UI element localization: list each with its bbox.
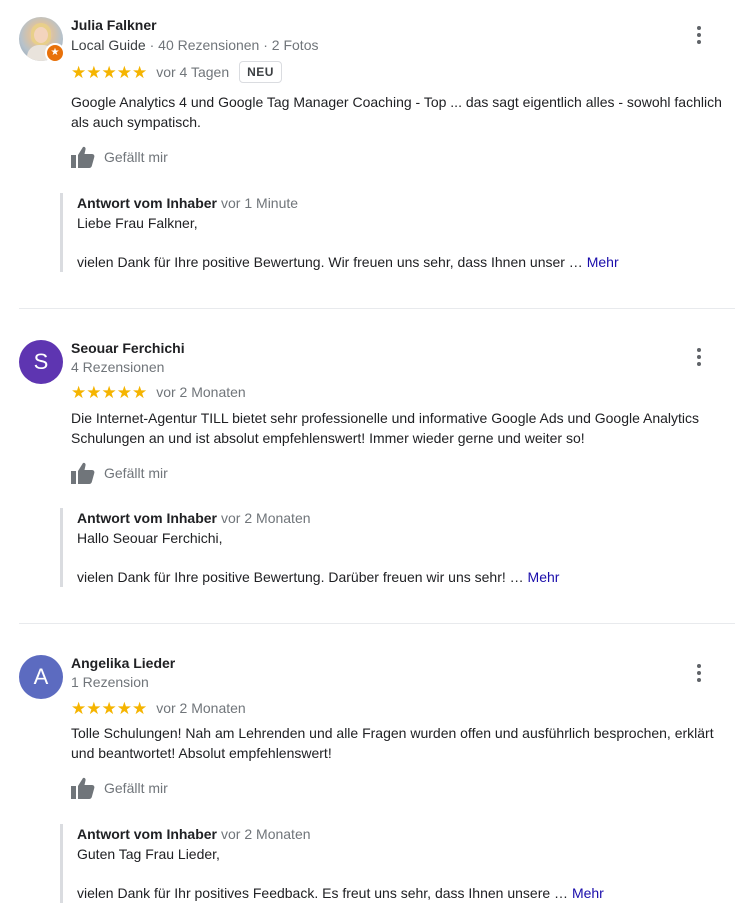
avatar-letter: S	[19, 340, 63, 384]
avatar[interactable]: S	[19, 340, 63, 384]
more-vert-icon[interactable]	[690, 661, 708, 685]
like-label: Gefällt mir	[104, 149, 168, 165]
reviewer-meta[interactable]: 4 Rezensionen	[71, 359, 164, 375]
review-text: Google Analytics 4 und Google Tag Manage…	[71, 94, 722, 130]
review-text: Die Internet-Agentur TILL bietet sehr pr…	[71, 410, 700, 446]
local-guide-star-icon: ★	[45, 43, 65, 63]
reply-greeting: Guten Tag Frau Lieder,	[77, 846, 220, 862]
reply-date: vor 2 Monaten	[221, 826, 311, 842]
review-text: Tolle Schulungen! Nah am Lehrenden und a…	[71, 725, 714, 761]
reply-header: Antwort vom Inhaber vor 1 Minute	[77, 193, 736, 213]
divider	[19, 623, 735, 624]
new-badge: NEU	[239, 61, 282, 83]
reviewer-meta[interactable]: 1 Rezension	[71, 674, 149, 690]
avatar[interactable]: ★	[19, 17, 65, 63]
reply-owner-label: Antwort vom Inhaber	[77, 195, 218, 211]
more-vert-icon[interactable]	[690, 345, 708, 369]
star-rating: ★★★★★	[71, 698, 148, 718]
reviewer-name[interactable]: Angelika Lieder	[71, 655, 175, 671]
reply-text: vielen Dank für Ihr positives Feedback. …	[77, 885, 569, 901]
owner-reply: Antwort vom Inhaber vor 2 Monaten Guten T…	[60, 824, 736, 903]
divider	[19, 308, 735, 309]
reviewer-meta[interactable]: Local Guide · 40 Rezensionen · 2 Fotos	[71, 37, 318, 53]
reviewer-stats: · 40 Rezensionen · 2 Fotos	[145, 37, 319, 53]
owner-reply: Antwort vom Inhaber vor 1 Minute Liebe Fr…	[60, 193, 736, 272]
star-rating: ★★★★★	[71, 62, 148, 82]
reviewer-name[interactable]: Seouar Ferchichi	[71, 340, 185, 356]
avatar[interactable]: A	[19, 655, 63, 699]
rating-row: ★★★★★ vor 2 Monaten	[71, 697, 246, 719]
reply-body: vielen Dank für Ihre positive Bewertung.…	[77, 252, 736, 272]
like-button[interactable]: Gefällt mir	[71, 462, 168, 484]
thumbs-up-icon	[71, 146, 95, 168]
reply-greeting: Liebe Frau Falkner,	[77, 215, 198, 231]
review-date: vor 4 Tagen	[156, 64, 230, 80]
more-link[interactable]: Mehr	[587, 254, 619, 270]
like-label: Gefällt mir	[104, 465, 168, 481]
like-button[interactable]: Gefällt mir	[71, 777, 168, 799]
star-rating: ★★★★★	[71, 382, 148, 402]
thumbs-up-icon	[71, 777, 95, 799]
reply-greeting: Hallo Seouar Ferchichi,	[77, 530, 223, 546]
rating-row: ★★★★★ vor 2 Monaten	[71, 381, 246, 403]
reply-header: Antwort vom Inhaber vor 2 Monaten	[77, 508, 736, 528]
reviewer-name[interactable]: Julia Falkner	[71, 17, 157, 33]
reply-header: Antwort vom Inhaber vor 2 Monaten	[77, 824, 736, 844]
thumbs-up-icon	[71, 462, 95, 484]
local-guide-label: Local Guide	[71, 37, 146, 53]
rating-row: ★★★★★ vor 4 Tagen NEU	[71, 61, 282, 83]
reply-body: vielen Dank für Ihr positives Feedback. …	[77, 883, 736, 903]
reply-owner-label: Antwort vom Inhaber	[77, 510, 218, 526]
review-date: vor 2 Monaten	[156, 384, 246, 400]
owner-reply: Antwort vom Inhaber vor 2 Monaten Hallo S…	[60, 508, 736, 587]
reply-owner-label: Antwort vom Inhaber	[77, 826, 218, 842]
reply-body: vielen Dank für Ihre positive Bewertung.…	[77, 567, 736, 587]
avatar-letter: A	[19, 655, 63, 699]
like-button[interactable]: Gefällt mir	[71, 146, 168, 168]
reply-text: vielen Dank für Ihre positive Bewertung.…	[77, 569, 524, 585]
more-vert-icon[interactable]	[690, 23, 708, 47]
review-date: vor 2 Monaten	[156, 700, 246, 716]
more-link[interactable]: Mehr	[572, 885, 604, 901]
reply-date: vor 1 Minute	[221, 195, 299, 211]
reply-date: vor 2 Monaten	[221, 510, 311, 526]
more-link[interactable]: Mehr	[528, 569, 560, 585]
reply-text: vielen Dank für Ihre positive Bewertung.…	[77, 254, 583, 270]
like-label: Gefällt mir	[104, 780, 168, 796]
